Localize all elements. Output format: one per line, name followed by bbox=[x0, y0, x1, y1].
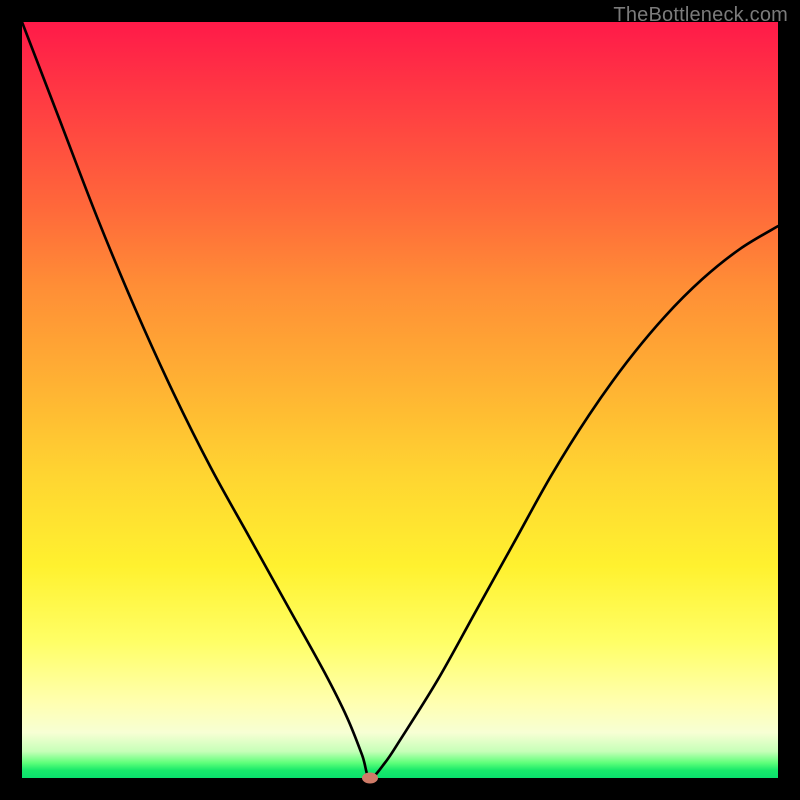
watermark-text: TheBottleneck.com bbox=[613, 4, 788, 27]
bottleneck-curve bbox=[22, 22, 778, 778]
plot-area bbox=[22, 22, 778, 778]
chart-frame: TheBottleneck.com bbox=[0, 0, 800, 800]
minimum-marker bbox=[362, 773, 378, 784]
